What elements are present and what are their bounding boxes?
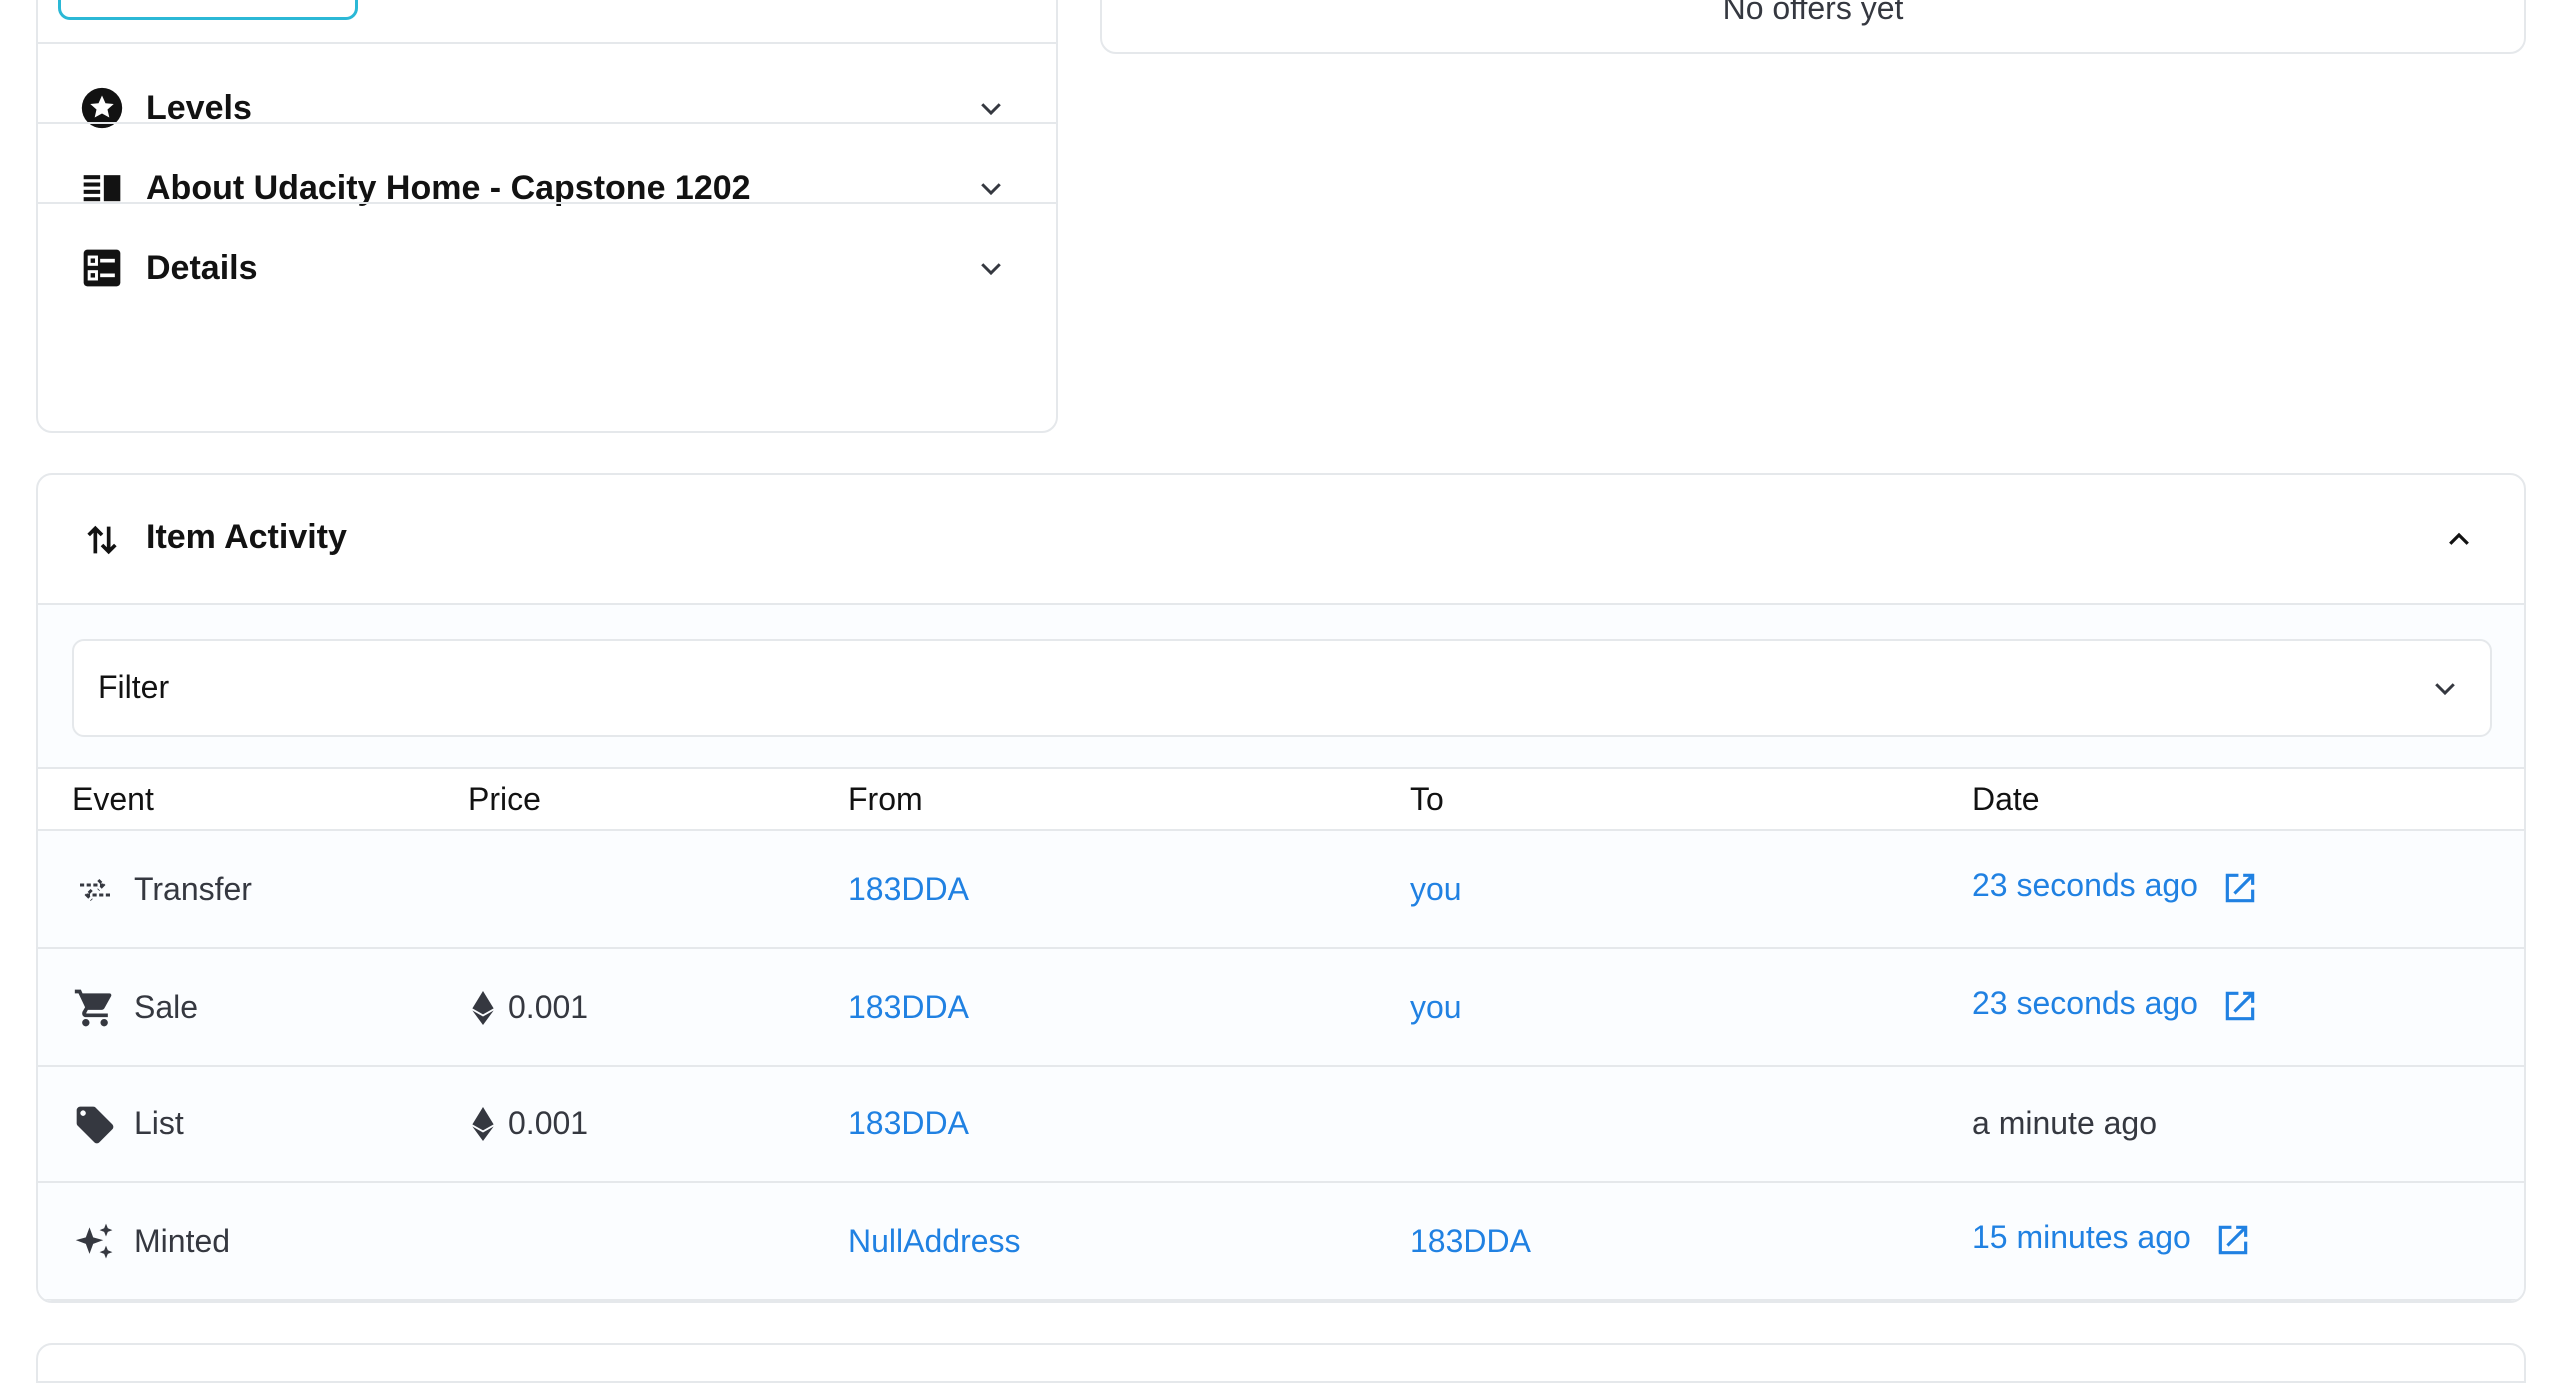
event-label: Minted xyxy=(134,1223,231,1259)
price-cell: 0.001 xyxy=(472,989,588,1026)
cart-icon xyxy=(72,985,118,1031)
column-header-to: To xyxy=(1410,781,1444,817)
column-header-from: From xyxy=(848,781,923,817)
properties-panel: Levels About Udacity Home - Capstone 120… xyxy=(36,0,1058,433)
event-label: List xyxy=(134,1105,184,1141)
item-activity-body: Filter Event Price From To Date Transfer… xyxy=(38,605,2524,1301)
table-header: Event Price From To Date xyxy=(38,767,2524,831)
price-value: 0.001 xyxy=(508,1105,589,1141)
tag-icon xyxy=(72,1102,118,1148)
next-section-panel xyxy=(36,1343,2526,1383)
price-cell: 0.001 xyxy=(472,1105,588,1142)
to-link[interactable]: 183DDA xyxy=(1410,1223,1531,1260)
to-link[interactable]: you xyxy=(1410,871,1462,908)
from-link[interactable]: NullAddress xyxy=(848,1223,1021,1260)
date-link[interactable]: 23 seconds ago xyxy=(1972,985,2259,1025)
chevron-down-icon xyxy=(976,253,1006,283)
date-text: a minute ago xyxy=(1972,1105,2158,1141)
item-activity-header[interactable]: Item Activity xyxy=(38,475,2524,605)
chevron-down-icon xyxy=(976,93,1006,123)
column-header-price: Price xyxy=(468,781,541,817)
accordion-details-label: Details xyxy=(146,248,258,287)
details-list-icon xyxy=(80,246,124,290)
date-link[interactable]: 23 seconds ago xyxy=(1972,867,2259,907)
offers-panel: No offers yet xyxy=(1100,0,2526,54)
accordion-details[interactable]: Details xyxy=(38,202,1056,332)
transfer-icon xyxy=(72,867,118,913)
chevron-down-icon xyxy=(2430,673,2460,703)
price-value: 0.001 xyxy=(508,989,589,1025)
date-text: 23 seconds ago xyxy=(1972,985,2198,1021)
event-label: Sale xyxy=(134,989,199,1025)
to-link[interactable]: you xyxy=(1410,989,1462,1026)
column-header-event: Event xyxy=(72,781,154,817)
ethereum-icon xyxy=(472,1106,494,1141)
filter-label: Filter xyxy=(98,669,170,705)
table-row: Minted NullAddress 183DDA 15 minutes ago xyxy=(38,1183,2524,1301)
chevron-up-icon xyxy=(2444,525,2474,555)
table-row: Transfer 183DDA you 23 seconds ago xyxy=(38,831,2524,949)
external-link-icon xyxy=(2218,1225,2247,1254)
column-header-date: Date xyxy=(1972,781,2040,817)
external-link-icon xyxy=(2225,991,2255,1020)
date-link[interactable]: 15 minutes ago xyxy=(1972,1219,2252,1259)
no-offers-text: No offers yet xyxy=(1722,0,1904,26)
from-link[interactable]: 183DDA xyxy=(848,989,969,1026)
filter-dropdown[interactable]: Filter xyxy=(72,639,2492,737)
date-text: 23 seconds ago xyxy=(1972,867,2198,903)
sparkle-icon xyxy=(72,1219,118,1265)
ethereum-icon xyxy=(472,990,494,1025)
item-activity-title: Item Activity xyxy=(146,518,347,556)
swap-vertical-icon xyxy=(80,518,124,562)
from-link[interactable]: 183DDA xyxy=(848,871,969,908)
table-row: List 0.001 183DDA a minute ago xyxy=(38,1067,2524,1183)
from-link[interactable]: 183DDA xyxy=(848,1105,969,1142)
external-link-icon xyxy=(2225,873,2255,902)
date-text: 15 minutes ago xyxy=(1972,1219,2191,1255)
chevron-down-icon xyxy=(976,173,1006,203)
table-row: Sale 0.001 183DDA you 23 seconds ago xyxy=(38,949,2524,1067)
properties-tab-button[interactable] xyxy=(58,0,358,20)
item-activity-panel: Item Activity Filter Event Price From To… xyxy=(36,473,2526,1303)
event-label: Transfer xyxy=(134,871,252,907)
